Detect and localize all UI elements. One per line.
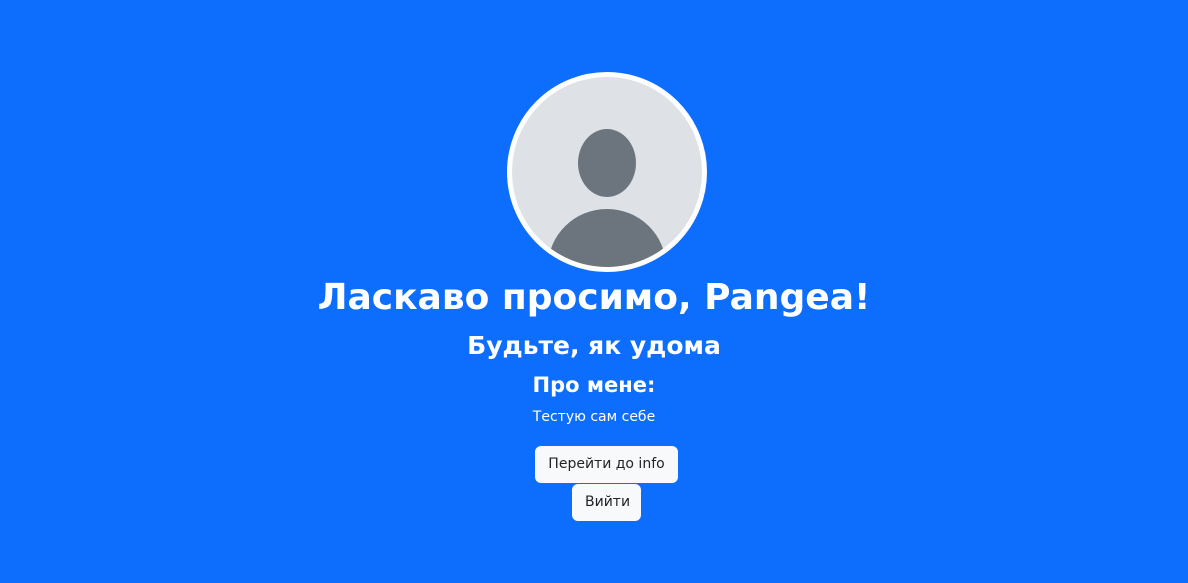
go-to-info-button[interactable]: Перейти до info [535,446,678,483]
about-text: Тестую сам себе [532,409,656,425]
welcome-subtitle: Будьте, як удома [467,331,721,360]
about-title: Про мене: [532,373,656,397]
profile-page: Ласкаво просимо, Pangea! Будьте, як удом… [0,0,1188,583]
logout-button[interactable]: Вийти [572,484,641,521]
user-silhouette-icon [548,129,666,267]
avatar [507,72,707,272]
welcome-heading: Ласкаво просимо, Pangea! [317,277,871,318]
